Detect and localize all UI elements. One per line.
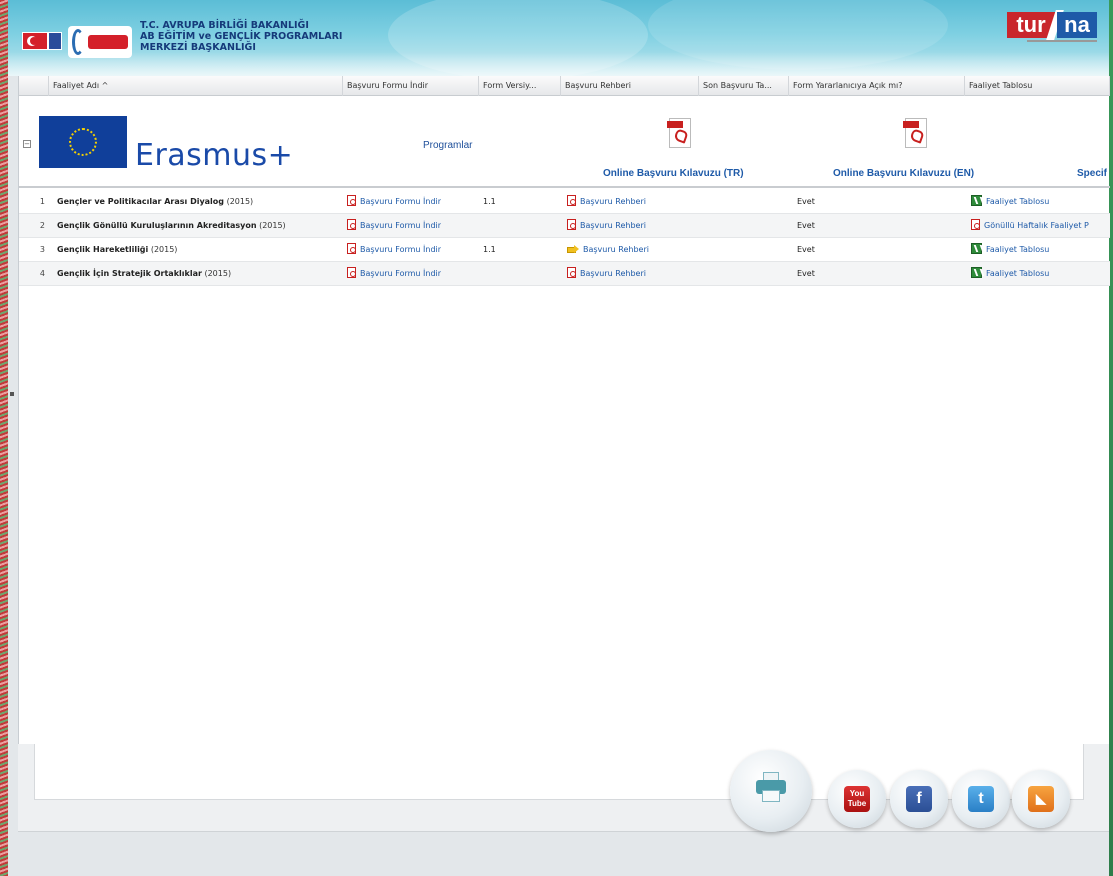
- pdf-icon: [347, 219, 356, 230]
- row-number: 4: [39, 269, 45, 278]
- guide-link[interactable]: Başvuru Rehberi: [567, 190, 646, 214]
- excel-icon: [971, 195, 982, 206]
- activity-table-link[interactable]: Faaliyet Tablosu: [971, 190, 1049, 214]
- col-header-form-download[interactable]: Başvuru Formu İndir: [343, 76, 479, 96]
- print-button[interactable]: [730, 750, 812, 832]
- col-header-open-to-beneficiary[interactable]: Form Yararlanıcıya Açık mı?: [789, 76, 965, 96]
- activity-name: Gençlik Hareketliliği (2015): [57, 245, 178, 254]
- online-guide-tr-link[interactable]: Online Başvuru Kılavuzu (TR): [603, 168, 744, 179]
- form-download-link[interactable]: Başvuru Formu İndir: [347, 190, 441, 214]
- row-number: 2: [39, 221, 45, 230]
- guide-link[interactable]: Başvuru Rehberi: [567, 214, 646, 238]
- ministry-title-line: AB EĞİTİM ve GENÇLİK PROGRAMLARI: [140, 31, 343, 42]
- rss-icon: ◣: [1028, 786, 1054, 812]
- form-download-link[interactable]: Başvuru Formu İndir: [347, 238, 441, 262]
- eu-flag-logo: [39, 116, 127, 168]
- twitter-icon: t: [968, 786, 994, 812]
- eu-flag-icon: [48, 32, 62, 50]
- guide-link[interactable]: Başvuru Rehberi: [567, 262, 646, 286]
- activity-table-link[interactable]: Faaliyet Tablosu: [971, 262, 1049, 286]
- arrow-right-icon: [567, 244, 579, 253]
- excel-icon: [971, 243, 982, 254]
- col-header-guide[interactable]: Başvuru Rehberi: [561, 76, 699, 96]
- col-header-form-version[interactable]: Form Versiy...: [479, 76, 561, 96]
- pdf-icon[interactable]: [667, 118, 691, 148]
- pdf-icon: [567, 219, 576, 230]
- col-header-activity-table[interactable]: Faaliyet Tablosu: [965, 76, 1110, 96]
- facebook-button[interactable]: f: [890, 770, 948, 828]
- table-row[interactable]: 3 Gençlik Hareketliliği (2015) Başvuru F…: [19, 238, 1110, 262]
- form-version: 1.1: [483, 245, 496, 254]
- table-row[interactable]: 1 Gençler ve Politikacılar Arası Diyalog…: [19, 190, 1110, 214]
- activities-grid: Faaliyet Adı ^ Başvuru Formu İndir Form …: [18, 76, 1110, 744]
- printer-icon: [754, 772, 788, 802]
- specification-link[interactable]: Specif: [1077, 168, 1107, 179]
- collapse-group-icon[interactable]: −: [23, 140, 31, 148]
- grid-header: Faaliyet Adı ^ Başvuru Formu İndir Form …: [19, 76, 1110, 96]
- left-decorative-border: [0, 0, 8, 876]
- side-collapse-handle[interactable]: [10, 392, 14, 396]
- col-header-deadline[interactable]: Son Başvuru Ta...: [699, 76, 789, 96]
- youtube-button[interactable]: You Tube: [828, 770, 886, 828]
- row-number: 1: [39, 197, 45, 206]
- form-version: 1.1: [483, 197, 496, 206]
- facebook-icon: f: [906, 786, 932, 812]
- ministry-title-line: MERKEZİ BAŞKANLIĞI: [140, 42, 256, 53]
- ministry-title[interactable]: T.C. AVRUPA BİRLİĞİ BAKANLIĞI AB EĞİTİM …: [140, 20, 342, 53]
- table-row[interactable]: 4 Gençlik İçin Stratejik Ortaklıklar (20…: [19, 262, 1110, 286]
- pdf-icon[interactable]: [903, 118, 927, 148]
- table-row[interactable]: 2 Gençlik Gönüllü Kuruluşlarının Akredit…: [19, 214, 1110, 238]
- pdf-icon: [347, 267, 356, 278]
- programs-link[interactable]: Programlar: [423, 140, 472, 151]
- excel-icon: [971, 267, 982, 278]
- open-status: Evet: [797, 245, 815, 254]
- form-download-link[interactable]: Başvuru Formu İndir: [347, 262, 441, 286]
- turkey-flag-icon: [22, 32, 48, 50]
- youtube-icon: You Tube: [844, 786, 870, 812]
- ministry-title-line: T.C. AVRUPA BİRLİĞİ BAKANLIĞI: [140, 20, 309, 31]
- activity-name: Gençlik Gönüllü Kuruluşlarının Akreditas…: [57, 221, 286, 230]
- activity-name: Gençlik İçin Stratejik Ortaklıklar (2015…: [57, 269, 232, 278]
- form-download-link[interactable]: Başvuru Formu İndir: [347, 214, 441, 238]
- guide-link[interactable]: Başvuru Rehberi: [567, 238, 649, 262]
- col-header-activity-name[interactable]: Faaliyet Adı ^: [49, 76, 343, 96]
- twitter-button[interactable]: t: [952, 770, 1010, 828]
- turna-logo[interactable]: tur na: [1007, 10, 1097, 46]
- site-header: T.C. AVRUPA BİRLİĞİ BAKANLIĞI AB EĞİTİM …: [8, 0, 1109, 76]
- ministry-logo[interactable]: [68, 26, 132, 58]
- pdf-icon: [347, 243, 356, 254]
- pdf-icon: [567, 195, 576, 206]
- activity-table-link[interactable]: Gönüllü Haftalık Faaliyet P: [971, 214, 1110, 238]
- open-status: Evet: [797, 221, 815, 230]
- activity-name: Gençler ve Politikacılar Arası Diyalog (…: [57, 197, 254, 206]
- turna-logo-right: na: [1057, 12, 1097, 38]
- row-number: 3: [39, 245, 45, 254]
- rss-button[interactable]: ◣: [1012, 770, 1070, 828]
- row-number-header: [19, 76, 49, 96]
- open-status: Evet: [797, 197, 815, 206]
- pdf-icon: [347, 195, 356, 206]
- online-guide-en-link[interactable]: Online Başvuru Kılavuzu (EN): [833, 168, 974, 179]
- program-group-row: − Erasmus+ Programlar Online Başvuru Kıl…: [19, 98, 1110, 188]
- pdf-icon: [971, 219, 980, 230]
- pdf-icon: [567, 267, 576, 278]
- open-status: Evet: [797, 269, 815, 278]
- activity-table-link[interactable]: Faaliyet Tablosu: [971, 238, 1049, 262]
- program-title: Erasmus+: [135, 138, 294, 173]
